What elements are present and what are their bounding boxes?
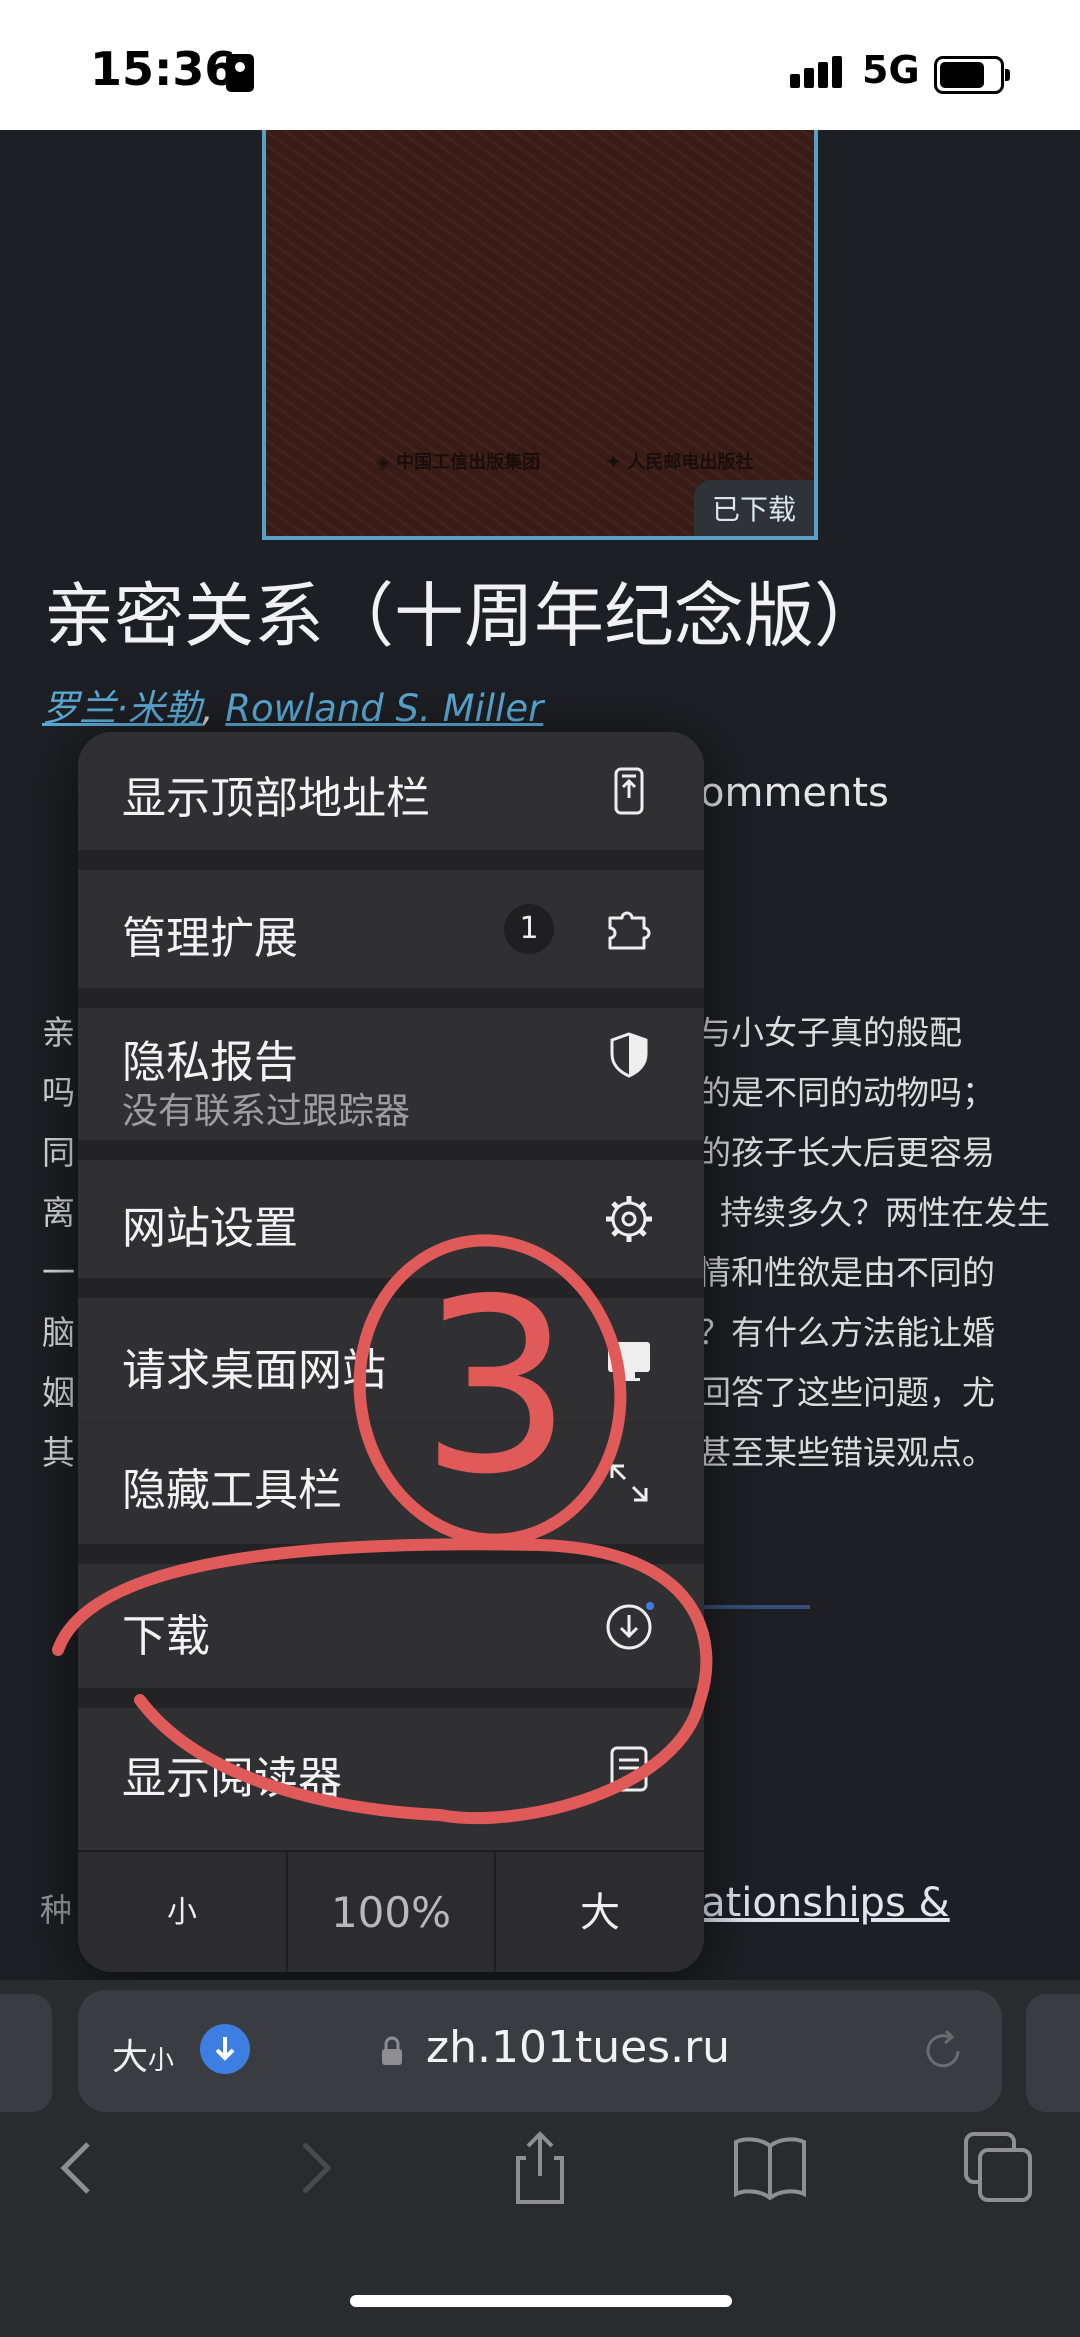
menu-item-manage-extensions[interactable]: 管理扩展 1 — [78, 870, 704, 988]
author-link[interactable]: Rowland S. Miller — [225, 687, 543, 730]
description-fragment: 与小女子真的般配 — [698, 1013, 962, 1052]
sim-card-icon — [226, 54, 254, 92]
previous-tab-peek[interactable] — [0, 1994, 52, 2112]
menu-item-hide-toolbar[interactable]: 隐藏工具栏 — [78, 1424, 704, 1544]
description-fragment: 其 — [42, 1433, 75, 1472]
bookmarks-icon[interactable] — [730, 2128, 810, 2208]
book-title: 亲密关系（十周年纪念版） — [44, 575, 884, 657]
author-list: 罗兰·米勒, Rowland S. Miller — [42, 687, 544, 730]
home-indicator — [350, 2295, 732, 2307]
menu-separator — [78, 988, 704, 1008]
desktop-icon — [608, 1342, 650, 1381]
puzzle-piece-icon — [608, 911, 651, 950]
reader-icon — [610, 1746, 648, 1792]
comments-link[interactable]: omments — [700, 770, 889, 816]
zoom-out-button[interactable]: 小 — [78, 1852, 286, 1972]
page-menu-label: 大 — [112, 2037, 149, 2078]
description-fragment: 同 — [42, 1133, 75, 1172]
menu-item-request-desktop-site[interactable]: 请求桌面网站 — [78, 1298, 704, 1422]
menu-item-sublabel: 没有联系过跟踪器 — [122, 1091, 411, 1132]
share-icon[interactable] — [500, 2128, 580, 2208]
reload-icon[interactable] — [918, 2026, 968, 2076]
menu-item-downloads[interactable]: 下载 — [78, 1564, 704, 1688]
description-fragment: 一 — [42, 1253, 75, 1292]
address-bar[interactable]: 大小 zh.101tues.ru — [78, 1990, 1002, 2112]
description-fragment: 亲 — [42, 1013, 75, 1052]
description-fragment: 姻 — [42, 1373, 75, 1412]
menu-item-label: 隐藏工具栏 — [122, 1465, 342, 1516]
description-fragment: 离 — [42, 1193, 75, 1232]
download-progress-icon[interactable] — [200, 2024, 250, 2074]
zoom-in-button[interactable]: 大 — [496, 1852, 704, 1972]
status-bar: 15:36 5G — [0, 0, 1080, 130]
menu-item-label: 请求桌面网站 — [122, 1345, 386, 1396]
menu-item-label: 管理扩展 — [122, 913, 298, 964]
description-fragment: 持续多久？两性在发生 — [720, 1193, 1050, 1232]
menu-separator — [78, 1688, 704, 1708]
description-fragment: 吗 — [42, 1073, 75, 1112]
navigation-row — [0, 2128, 1080, 2228]
status-time: 15:36 — [90, 42, 237, 96]
book-cover[interactable]: ◈ 中国工信出版集团 ✦ 人民邮电出版社 已下载 — [262, 130, 818, 540]
publisher-logo: ◈ 中国工信出版集团 — [376, 452, 541, 473]
tabs-icon[interactable] — [958, 2128, 1038, 2208]
description-fragment: 情和性欲是由不同的 — [698, 1253, 995, 1292]
menu-separator — [78, 1140, 704, 1160]
zoom-controls: 小 100% 大 — [78, 1850, 704, 1972]
browser-toolbar: 大小 zh.101tues.ru — [0, 1980, 1080, 2337]
url-text[interactable]: zh.101tues.ru — [426, 2022, 730, 2073]
description-fragment: 的是不同的动物吗； — [698, 1073, 995, 1112]
menu-item-show-reader[interactable]: 显示阅读器 — [78, 1708, 704, 1850]
description-fragment: 脑 — [42, 1313, 75, 1352]
signal-strength-icon — [790, 56, 846, 88]
next-tab-peek[interactable] — [1026, 1994, 1080, 2112]
description-fragment: 的孩子长大后更容易 — [698, 1133, 995, 1172]
gear-icon — [606, 1196, 652, 1242]
menu-item-show-top-address-bar[interactable]: 显示顶部地址栏 — [78, 732, 704, 850]
network-type: 5G — [862, 48, 920, 92]
back-icon[interactable] — [40, 2128, 120, 2208]
address-bar-top-icon — [614, 767, 644, 815]
menu-item-label: 隐私报告 — [122, 1037, 298, 1088]
downloaded-badge: 已下载 — [693, 480, 814, 536]
description-fragment: 甚至某些错误观点。 — [698, 1433, 995, 1472]
menu-item-label: 下载 — [122, 1611, 210, 1662]
publisher-logo: ✦ 人民邮电出版社 — [606, 452, 754, 473]
page-menu: 显示顶部地址栏 管理扩展 1 隐私报告 没有联系过跟踪器 网站设置 请求桌面网站… — [78, 732, 704, 1972]
forward-icon[interactable] — [272, 2128, 352, 2208]
shield-icon — [610, 1032, 648, 1078]
menu-separator — [78, 1278, 704, 1298]
menu-item-label: 显示阅读器 — [122, 1753, 342, 1804]
section-divider — [690, 1605, 810, 1609]
category-label: 种 — [40, 1891, 73, 1929]
menu-separator — [78, 850, 704, 870]
zoom-level[interactable]: 100% — [288, 1852, 494, 1972]
lock-icon — [382, 2036, 402, 2065]
page-menu-label-small: 小 — [148, 2046, 175, 2076]
menu-item-label: 网站设置 — [122, 1203, 298, 1254]
extension-count-badge: 1 — [504, 904, 554, 954]
page-menu-button[interactable]: 大小 — [112, 2028, 174, 2080]
menu-separator — [78, 1544, 704, 1564]
battery-icon — [934, 56, 1010, 94]
expand-arrows-icon — [610, 1464, 648, 1502]
download-icon — [606, 1602, 654, 1650]
author-link[interactable]: 罗兰·米勒 — [42, 687, 202, 730]
description-fragment: ？有什么方法能让婚 — [698, 1313, 995, 1352]
menu-item-website-settings[interactable]: 网站设置 — [78, 1160, 704, 1278]
description-fragment: 回答了这些问题，尤 — [698, 1373, 995, 1412]
menu-item-privacy-report[interactable]: 隐私报告 没有联系过跟踪器 — [78, 1008, 704, 1140]
category-link[interactable]: lationships & — [690, 1880, 950, 1926]
menu-item-label: 显示顶部地址栏 — [122, 773, 430, 824]
